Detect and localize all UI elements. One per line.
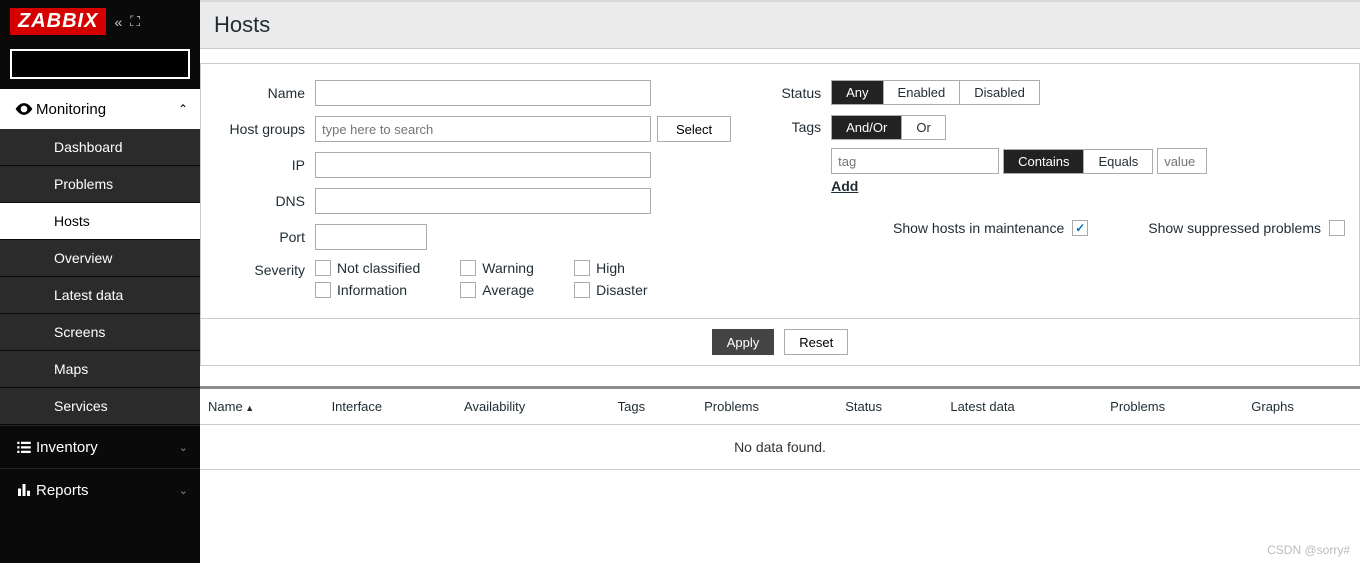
filter-footer: Apply Reset [201,318,1359,365]
bar-icon [12,481,36,499]
sidebar-item-maps[interactable]: Maps [0,351,200,388]
filter-box: Name Host groups Select IP DNS [200,63,1360,366]
nav-label-inventory: Inventory [36,439,179,456]
col-problems[interactable]: Problems [696,389,837,425]
tag-value-input[interactable] [1157,148,1207,174]
chevron-up-icon: ⌃ [178,102,188,116]
nav-label-reports: Reports [36,482,179,499]
watermark: CSDN @sorry# [1267,543,1350,557]
sidebar-item-hosts[interactable]: Hosts [0,203,200,240]
topbar: Hosts [200,0,1360,49]
tag-mode-or[interactable]: Or [902,116,944,139]
label-host-groups: Host groups [215,121,315,137]
name-input[interactable] [315,80,651,106]
search-box [10,49,190,79]
sidebar-item-overview[interactable]: Overview [0,240,200,277]
nav-head-inventory[interactable]: Inventory ⌄ [0,425,200,468]
chk-information[interactable] [315,282,331,298]
col-problems2[interactable]: Problems [1102,389,1243,425]
kiosk-icon[interactable]: ⛶ [130,13,140,30]
status-enabled[interactable]: Enabled [884,81,961,104]
col-interface[interactable]: Interface [324,389,456,425]
chk-suppressed[interactable] [1329,220,1345,236]
label-port: Port [215,229,315,245]
select-button[interactable]: Select [657,116,731,142]
tag-name-input[interactable] [831,148,999,174]
ip-input[interactable] [315,152,651,178]
chevron-down-icon: ⌄ [179,484,188,497]
label-severity: Severity [215,260,315,278]
dns-input[interactable] [315,188,651,214]
label-maintenance: Show hosts in maintenance [893,220,1064,236]
nav-head-reports[interactable]: Reports ⌄ [0,468,200,511]
col-name[interactable]: Name [200,389,324,425]
hosts-table: Name Interface Availability Tags Problem… [200,386,1360,470]
sidebar-item-dashboard[interactable]: Dashboard [0,129,200,166]
tag-op-segment: Contains Equals [1003,149,1153,174]
label-dns: DNS [215,193,315,209]
sev-high: High [596,260,625,276]
reset-button[interactable]: Reset [784,329,848,355]
status-any[interactable]: Any [832,81,883,104]
col-tags[interactable]: Tags [610,389,696,425]
chk-warning[interactable] [460,260,476,276]
chk-high[interactable] [574,260,590,276]
nav-items-monitoring: Dashboard Problems Hosts Overview Latest… [0,129,200,425]
sidebar-header: ZABBIX « ⛶ [0,0,200,43]
status-disabled[interactable]: Disabled [960,81,1039,104]
chevron-down-icon: ⌄ [179,441,188,454]
col-availability[interactable]: Availability [456,389,610,425]
sidebar-item-services[interactable]: Services [0,388,200,425]
tag-mode-andor[interactable]: And/Or [832,116,902,139]
logo: ZABBIX [10,8,106,35]
label-ip: IP [215,157,315,173]
no-data: No data found. [200,425,1360,470]
sev-average: Average [482,282,534,298]
tag-op-equals[interactable]: Equals [1084,150,1152,173]
page-title: Hosts [214,12,1346,38]
sidebar-item-problems[interactable]: Problems [0,166,200,203]
sev-not-classified: Not classified [337,260,420,276]
chk-disaster[interactable] [574,282,590,298]
nav-head-monitoring[interactable]: Monitoring ⌃ [0,89,200,129]
search-wrap [0,43,200,89]
tag-mode-segment: And/Or Or [831,115,946,140]
nav-label-monitoring: Monitoring [36,101,178,118]
sidebar: ZABBIX « ⛶ Monitoring ⌃ Dashboard [0,0,200,563]
chk-not-classified[interactable] [315,260,331,276]
tag-op-contains[interactable]: Contains [1004,150,1084,173]
col-graphs[interactable]: Graphs [1243,389,1360,425]
sev-disaster: Disaster [596,282,647,298]
chk-maintenance[interactable] [1072,220,1088,236]
search-input[interactable] [12,53,201,76]
label-suppressed: Show suppressed problems [1148,220,1321,236]
apply-button[interactable]: Apply [712,329,775,355]
add-tag-link[interactable]: Add [831,178,1207,194]
list-icon [12,438,36,456]
sidebar-item-latest-data[interactable]: Latest data [0,277,200,314]
label-name: Name [215,85,315,101]
label-tags: Tags [771,115,831,135]
nav-monitoring: Monitoring ⌃ Dashboard Problems Hosts Ov… [0,89,200,425]
col-status[interactable]: Status [837,389,942,425]
chk-average[interactable] [460,282,476,298]
collapse-icon[interactable]: « [114,14,122,30]
main: Hosts Name Host groups Select IP [200,0,1360,563]
col-latest-data[interactable]: Latest data [942,389,1102,425]
status-segment: Any Enabled Disabled [831,80,1040,105]
sev-warning: Warning [482,260,534,276]
port-input[interactable] [315,224,427,250]
label-status: Status [771,85,831,101]
eye-icon [12,99,36,119]
sidebar-item-screens[interactable]: Screens [0,314,200,351]
host-groups-input[interactable] [315,116,651,142]
sev-information: Information [337,282,407,298]
